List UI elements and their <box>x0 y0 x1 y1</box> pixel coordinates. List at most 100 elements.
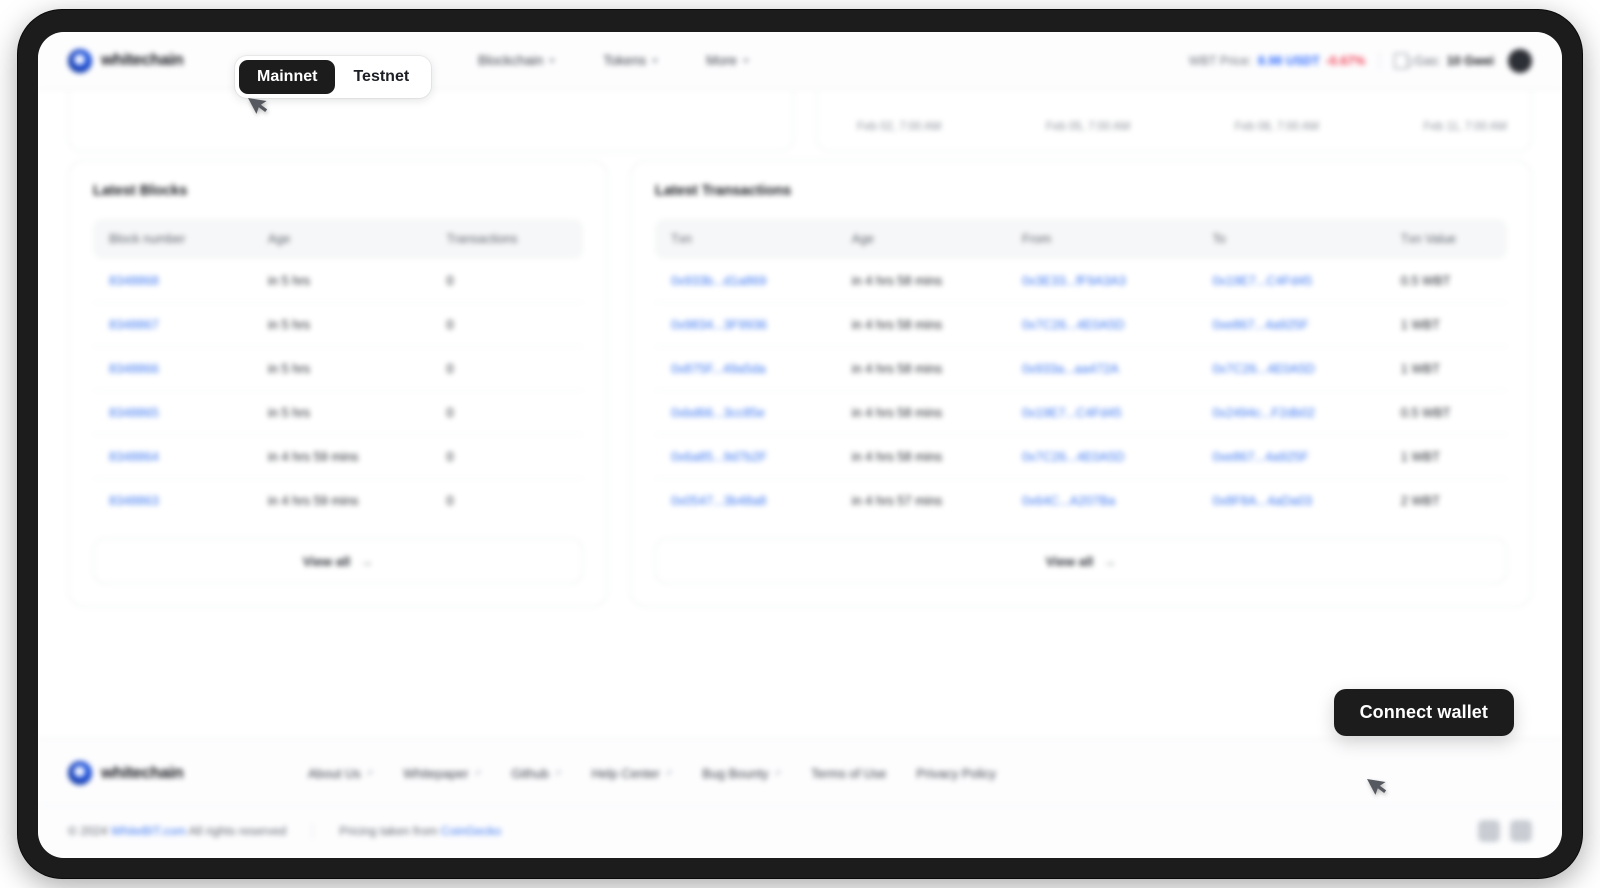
txn-to-link[interactable]: 0xe867...4a925F <box>1200 434 1389 479</box>
nav-item-label: More <box>706 53 737 68</box>
txn-value: 1 WBT <box>1388 434 1507 479</box>
column-header-to: To <box>1200 219 1389 259</box>
txn-to-link[interactable]: 0x7C26...4E0A5D <box>1200 346 1389 391</box>
latest-blocks-table: Block number Age Transactions 8348868 in… <box>93 219 583 522</box>
footer-divider <box>312 823 314 839</box>
footer-brand-name: whitechain <box>101 763 184 782</box>
footer-brand-logo[interactable]: whitechain <box>68 761 268 785</box>
txn-hash-link[interactable]: 0x875F...49a5da <box>655 346 840 391</box>
gas-label: Gas: <box>1414 53 1441 68</box>
column-header-block-number: Block number <box>93 219 257 259</box>
external-link-icon: ↗ <box>473 767 482 778</box>
column-header-age: Age <box>256 219 435 259</box>
txn-to-link[interactable]: 0x19E7...C4Fd45 <box>1200 259 1389 303</box>
column-header-txn: Txn <box>655 219 840 259</box>
txn-from-link[interactable]: 0x3E33...fF9A3A3 <box>1010 259 1201 303</box>
whitebit-link[interactable]: WhiteBIT.com <box>111 824 186 838</box>
block-number-link[interactable]: 8348864 <box>93 434 257 479</box>
column-header-age: Age <box>839 219 1011 259</box>
app-store-badge-icon[interactable] <box>1478 820 1500 842</box>
nav-item-label: Blockchain <box>478 53 544 68</box>
chevron-down-icon <box>742 58 749 63</box>
device-screen: whitechain Blockchain Tokens More WBT Pr… <box>38 32 1562 858</box>
nav-item-tokens[interactable]: Tokens <box>603 53 659 68</box>
table-row: 0x9834...3F9936 in 4 hrs 58 mins 0x7C26.… <box>655 302 1507 347</box>
txn-to-link[interactable]: 0x2494c...F2db02 <box>1200 390 1389 435</box>
price-change: -0.67% <box>1325 53 1366 68</box>
txn-hash-link[interactable]: 0x9834...3F9936 <box>655 302 840 347</box>
site-footer: whitechain About Us ↗ Whitepaper ↗ Githu… <box>38 738 1562 858</box>
chevron-down-icon <box>549 58 556 63</box>
txn-to-link[interactable]: 0x8F8A...4aDa03 <box>1200 479 1388 523</box>
brand-logo[interactable]: whitechain <box>68 48 268 73</box>
google-play-badge-icon[interactable] <box>1510 820 1532 842</box>
table-header-row: Block number Age Transactions <box>93 219 583 259</box>
txn-from-link[interactable]: 0x7C26...4E0A5D <box>1010 434 1201 479</box>
chart-card: Feb 02, 7:00 AM Feb 05, 7:00 AM Feb 08, … <box>816 90 1532 152</box>
txn-from-link[interactable]: 0x933a...aa472A <box>1010 346 1201 391</box>
table-row: 0x875F...49a5da in 4 hrs 58 mins 0x933a.… <box>655 346 1507 391</box>
footer-link-label: Whitepaper <box>403 765 469 781</box>
transactions-view-all-button[interactable]: View all → <box>655 538 1507 584</box>
txn-to-link[interactable]: 0xe867...4a925F <box>1200 302 1389 347</box>
block-age: in 5 hrs <box>256 390 435 435</box>
block-number-link[interactable]: 8348867 <box>93 302 257 347</box>
table-row: 8348868 in 5 hrs 0 <box>93 259 583 303</box>
chart-x-tick: Feb 05, 7:00 AM <box>1045 121 1131 133</box>
txn-value: 0.5 WBT <box>1388 390 1507 435</box>
txn-value: 1 WBT <box>1388 346 1507 391</box>
top-cards-strip: Feb 02, 7:00 AM Feb 05, 7:00 AM Feb 08, … <box>68 90 1532 152</box>
external-link-icon: ↗ <box>773 767 782 778</box>
arrow-right-icon: → <box>1103 553 1117 569</box>
gas-icon <box>1394 52 1413 69</box>
txn-hash-link[interactable]: 0xbd66...3cc85e <box>655 390 840 435</box>
footer-link-help-center[interactable]: Help Center ↗ <box>591 766 672 781</box>
view-all-label: View all <box>302 553 351 569</box>
txn-age: in 4 hrs 57 mins <box>851 493 943 508</box>
footer-link-privacy-policy[interactable]: Privacy Policy <box>916 766 996 781</box>
footer-link-github[interactable]: Github ↗ <box>511 766 561 781</box>
block-number-link[interactable]: 8348863 <box>93 479 256 523</box>
nav-item-blockchain[interactable]: Blockchain <box>478 53 556 68</box>
txn-from-link[interactable]: 0x7C26...4E0A5D <box>1010 302 1201 347</box>
price-value: 8.98 USDT <box>1257 53 1320 68</box>
column-header-txn-value: Txn Value <box>1388 219 1507 259</box>
whitechain-logo-icon <box>68 761 92 785</box>
footer-link-bug-bounty[interactable]: Bug Bounty ↗ <box>702 766 781 781</box>
table-row: 8348865 in 5 hrs 0 <box>93 390 583 435</box>
panel-title: Latest Blocks <box>93 183 188 199</box>
external-link-icon: ↗ <box>664 767 673 778</box>
txn-from-link[interactable]: 0x19E7...C4Fd45 <box>1010 390 1201 435</box>
footer-link-terms-of-use[interactable]: Terms of Use <box>811 766 886 781</box>
footer-link-label: About Us <box>308 765 361 781</box>
txn-age: in 4 hrs 58 mins <box>839 346 1011 391</box>
nav-item-more[interactable]: More <box>706 53 749 68</box>
arrow-right-icon: → <box>360 553 374 569</box>
txn-hash-link[interactable]: 0x6a85...9d7b2F <box>655 434 840 479</box>
wbt-price: WBT Price: 8.98 USDT -0.67% <box>1189 54 1365 68</box>
gas-tracker[interactable]: Gas: 10 Gwei <box>1394 52 1494 69</box>
txn-age: in 4 hrs 58 mins <box>839 259 1011 303</box>
whitechain-logo-icon <box>68 48 92 73</box>
nav-item-label: Tokens <box>603 53 647 68</box>
footer-link-whitepaper[interactable]: Whitepaper ↗ <box>403 766 481 781</box>
blocks-view-all-button[interactable]: View all → <box>93 538 583 584</box>
chart-x-axis: Feb 02, 7:00 AM Feb 05, 7:00 AM Feb 08, … <box>857 121 1507 133</box>
txn-hash-link[interactable]: 0x933b...d1a869 <box>655 259 840 303</box>
block-txs: 0 <box>446 493 454 508</box>
copyright-suffix: All rights reserved <box>188 824 287 838</box>
txn-hash-link[interactable]: 0x0547...3b48a8 <box>655 479 840 523</box>
coingecko-link[interactable]: CoinGecko <box>441 824 501 838</box>
view-all-label: View all <box>1045 553 1094 569</box>
txn-from-link[interactable]: 0x64C...A207Ba <box>1010 479 1200 523</box>
block-number-link[interactable]: 8348865 <box>93 390 257 435</box>
table-row: 0x6a85...9d7b2F in 4 hrs 58 mins 0x7C26.… <box>655 434 1507 479</box>
block-number-link[interactable]: 8348868 <box>93 259 257 303</box>
latest-blocks-panel: Latest Blocks Block number Age Transacti… <box>68 160 608 607</box>
main-nav: Blockchain Tokens More <box>478 53 749 68</box>
avatar-icon[interactable] <box>1508 48 1532 73</box>
block-txs: 0 <box>434 390 583 435</box>
pricing-source: Pricing taken from CoinGecko <box>339 824 501 838</box>
block-number-link[interactable]: 8348866 <box>93 346 257 391</box>
footer-link-about-us[interactable]: About Us ↗ <box>308 766 373 781</box>
